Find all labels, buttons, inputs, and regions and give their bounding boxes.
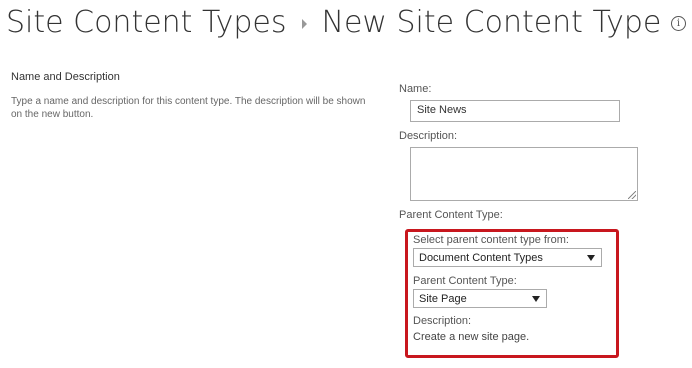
breadcrumb-separator-icon (301, 19, 307, 29)
parent-description-label: Description: (413, 315, 472, 327)
chevron-down-icon (587, 254, 595, 261)
parent-content-type-select[interactable]: Site Page (413, 289, 547, 308)
parent-content-type-label: Parent Content Type: (413, 275, 517, 287)
parent-group-select-value: Document Content Types (419, 251, 543, 264)
section-description: Type a name and description for this con… (11, 96, 366, 120)
description-label: Description: (399, 130, 458, 142)
name-input[interactable]: Site News (410, 100, 620, 122)
description-textarea[interactable] (410, 147, 638, 201)
parent-group-select[interactable]: Document Content Types (413, 248, 602, 267)
page-title: New Site Content Type (321, 4, 662, 40)
chevron-down-icon (532, 295, 540, 302)
parent-content-type-select-value: Site Page (419, 292, 467, 305)
section-title-name-description: Name and Description (11, 71, 120, 83)
parent-content-type-heading: Parent Content Type: (399, 209, 503, 221)
parent-description-text: Create a new site page. (413, 331, 530, 343)
info-icon[interactable]: i (671, 16, 686, 31)
page: Site Content Types New Site Content Type… (0, 0, 692, 368)
select-from-label: Select parent content type from: (413, 234, 569, 246)
name-label: Name: (399, 83, 432, 95)
resize-grip-icon[interactable] (628, 191, 636, 199)
breadcrumb: Site Content Types New Site Content Type (6, 2, 661, 42)
breadcrumb-link-site-content-types[interactable]: Site Content Types (6, 5, 287, 40)
